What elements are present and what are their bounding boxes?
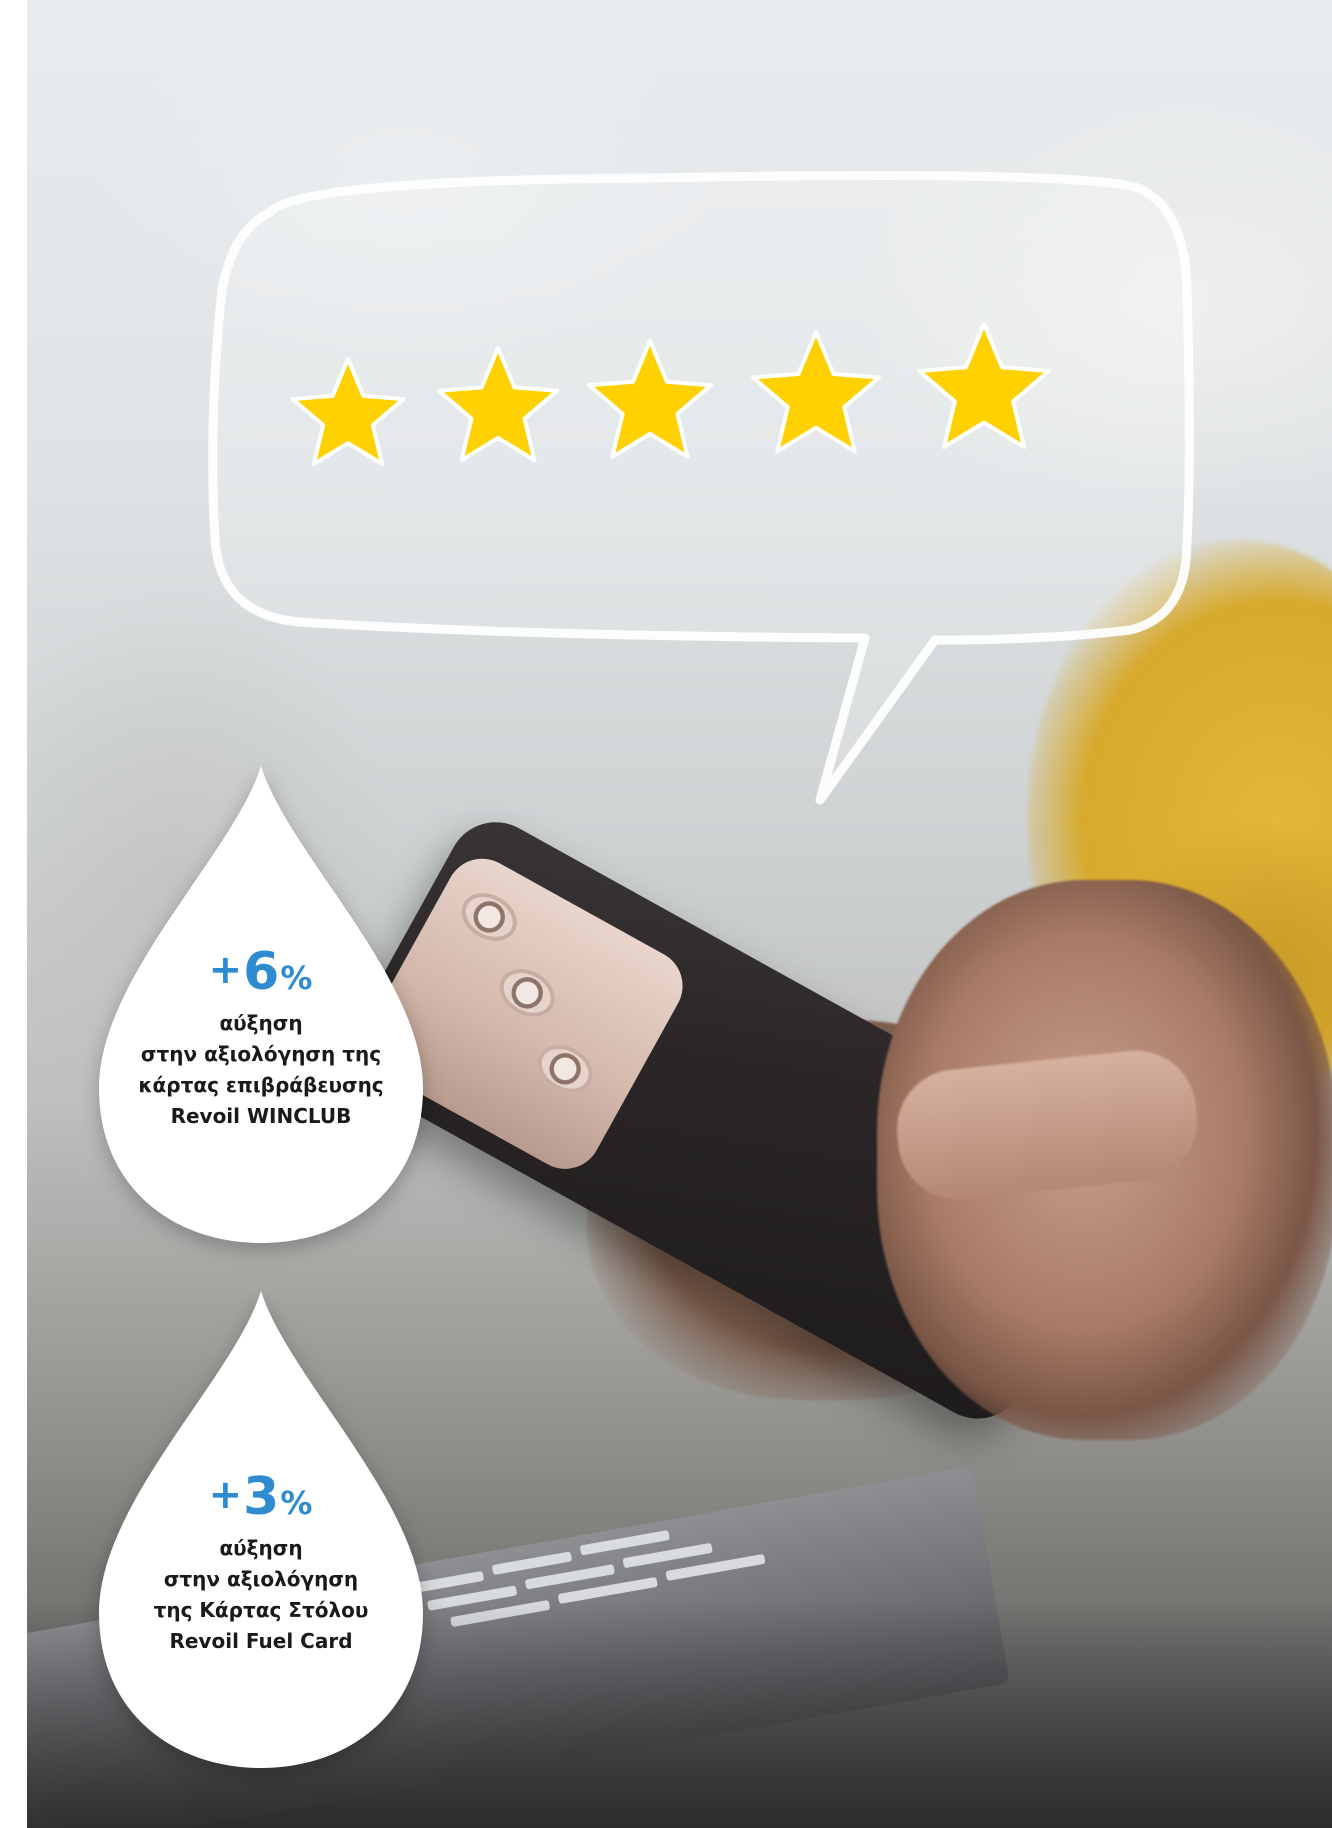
stat-drop-fuel-card: +3% αύξηση στην αξιολόγηση της Κάρτας Στ… <box>83 1283 439 1783</box>
percent-value: +3% <box>208 1467 314 1527</box>
camera-lens <box>529 1035 602 1103</box>
stat-line: αύξηση <box>219 1011 303 1035</box>
stat-drop-winclub: +6% αύξηση στην αξιολόγηση της κάρτας επ… <box>83 758 439 1258</box>
stat-line: της Κάρτας Στόλου <box>153 1598 369 1622</box>
stat-line: Revoil WINCLUB <box>170 1104 352 1128</box>
camera-lens <box>491 959 564 1027</box>
stat-line: κάρτας επιβράβευσης <box>138 1073 384 1097</box>
stat-line: στην αξιολόγηση της <box>140 1042 382 1066</box>
percent-value: +6% <box>208 942 314 1002</box>
camera-lens <box>453 883 526 951</box>
stat-line: στην αξιολόγηση <box>163 1567 359 1591</box>
stat-line: αύξηση <box>219 1536 303 1560</box>
stat-line: Revoil Fuel Card <box>169 1629 353 1653</box>
